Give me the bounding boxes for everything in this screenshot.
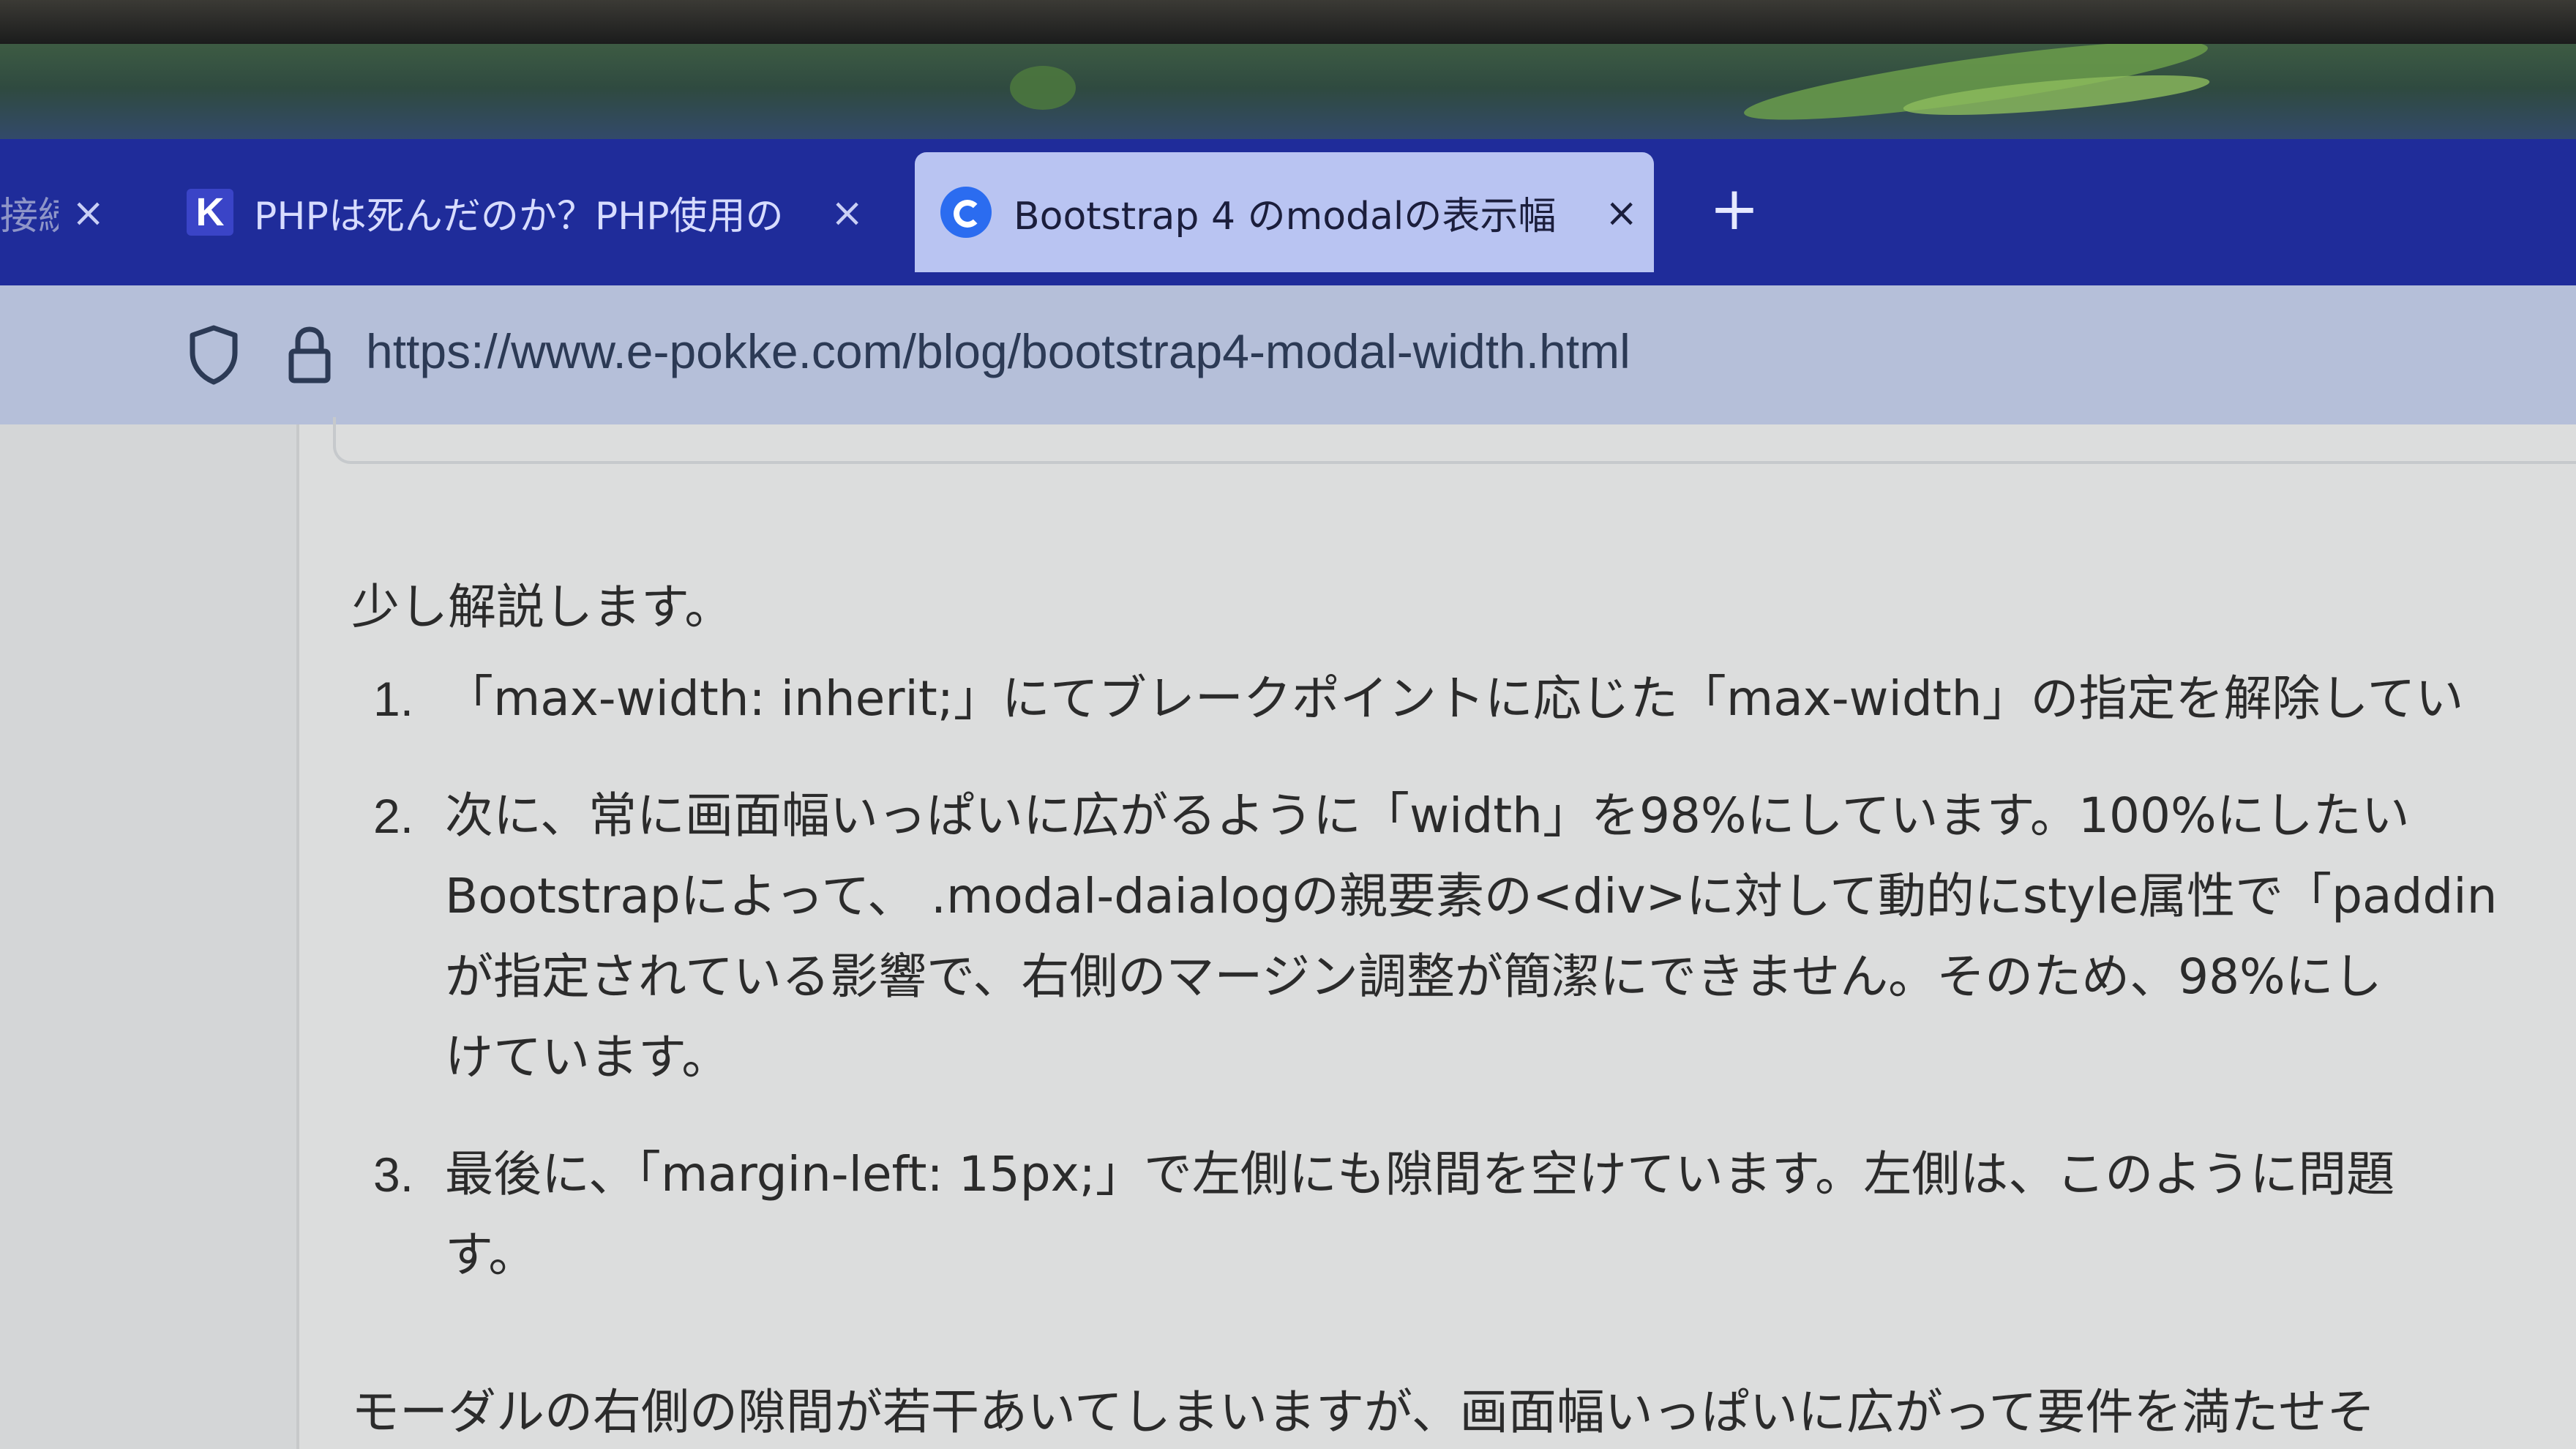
address-bar[interactable]: https://www.e-pokke.com/blog/bootstrap4-… (0, 285, 2576, 424)
list-item-line: 「max-width: inherit;」にてブレークポイントに応じた「max-… (445, 670, 2464, 727)
list-item-line: す。 (445, 1227, 537, 1283)
page-content: 少し解説します。 1. 「max-width: inherit;」にてブレークポ… (0, 417, 2576, 1449)
close-icon[interactable]: × (72, 190, 105, 236)
screen: 接続 × K PHPは死んだのか？PHP使用の × Bootstrap 4 のm… (0, 0, 2576, 1449)
closing-paragraph: モーダルの右側の隙間が若干あいてしまいますが、画面幅いっぱいに広がって要件を満た… (351, 1384, 2375, 1440)
list-number: 3. (373, 1147, 414, 1202)
list-item-line: 次に、常に画面幅いっぱいに広がるように「width」を98%にしています。100… (445, 787, 2410, 844)
list-item: 3. 最後に、「margin-left: 15px;」で左側にも隙間を空けていま… (351, 1134, 2576, 1295)
list-item-line: 最後に、「margin-left: 15px;」で左側にも隙間を空けています。左… (445, 1146, 2395, 1202)
tab-label: Bootstrap 4 のmodalの表示幅 (1014, 194, 1557, 239)
lock-icon[interactable] (285, 323, 334, 386)
desktop-wallpaper (0, 44, 2576, 143)
list-item: 1. 「max-width: inherit;」にてブレークポイントに応じた「m… (351, 659, 2576, 739)
tab-strip: 接続 × K PHPは死んだのか？PHP使用の × Bootstrap 4 のm… (0, 139, 2576, 285)
close-icon[interactable]: × (1605, 190, 1638, 236)
list-item: 2. 次に、常に画面幅いっぱいに広がるように「width」を98%にしています。… (351, 776, 2576, 1098)
tab-bootstrap-active[interactable]: Bootstrap 4 のmodalの表示幅 × (915, 152, 1654, 272)
tab-php[interactable]: K PHPは死んだのか？PHP使用の × (187, 152, 875, 272)
left-margin-column (0, 424, 299, 1449)
close-icon[interactable]: × (831, 190, 864, 236)
tab-label: 接続 (0, 194, 59, 239)
tab-partial[interactable]: 接続 × (0, 152, 124, 272)
list-item-line: Bootstrapによって、 .modal-daialogの親要素の<div>に… (445, 868, 2498, 924)
intro-paragraph: 少し解説します。 (351, 579, 733, 635)
list-number: 1. (373, 672, 414, 726)
code-block-bottom-edge (333, 417, 2576, 464)
monitor-bezel (0, 0, 2576, 44)
shield-icon[interactable] (187, 323, 241, 386)
tab-label: PHPは死んだのか？PHP使用の (254, 194, 784, 239)
leaf-decoration (1010, 66, 1076, 110)
list-number: 2. (373, 789, 414, 843)
list-item-line: けています。 (445, 1029, 730, 1085)
article-body: 少し解説します。 1. 「max-width: inherit;」にてブレークポ… (351, 571, 2576, 1332)
new-tab-button[interactable]: + (1698, 168, 1771, 249)
explanation-list: 1. 「max-width: inherit;」にてブレークポイントに応じた「m… (351, 659, 2576, 1295)
url-field[interactable]: https://www.e-pokke.com/blog/bootstrap4-… (366, 315, 1630, 388)
site-favicon-icon (940, 187, 992, 238)
list-item-line: が指定されている影響で、右側のマージン調整が簡潔にできません。そのため、98%に… (445, 948, 2382, 1005)
k-favicon-icon: K (187, 189, 233, 236)
